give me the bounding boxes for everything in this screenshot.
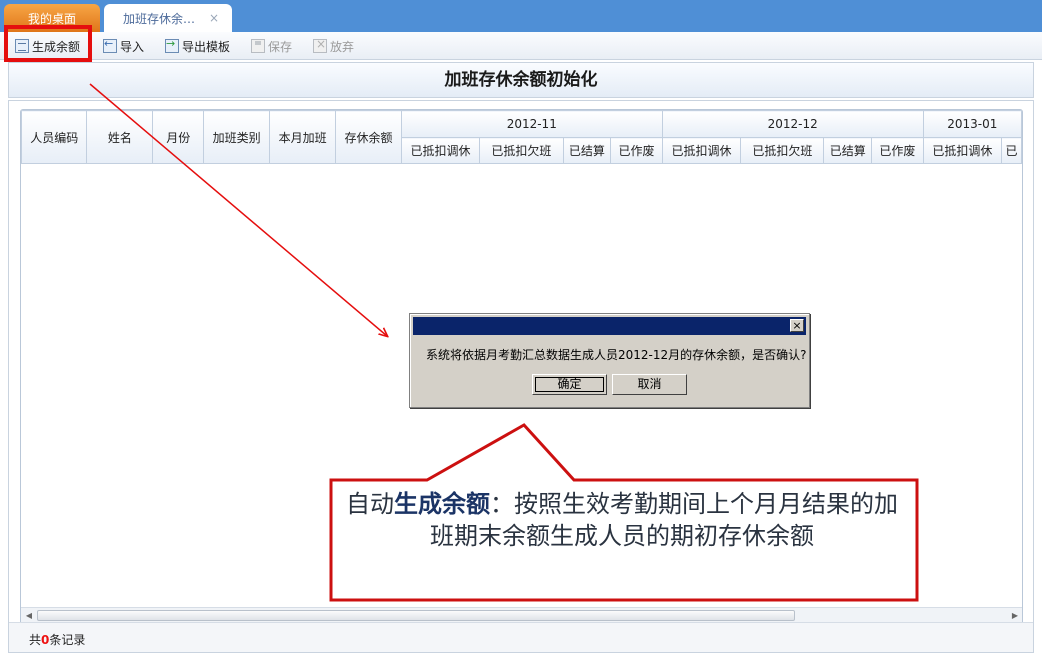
- import-icon: [103, 37, 117, 53]
- confirm-dialog: × 系统将依据月考勤汇总数据生成人员2012-12月的存休余额，是否确认? 确定…: [409, 313, 810, 408]
- col-header-month-overtime[interactable]: 本月加班: [268, 110, 337, 164]
- horizontal-scrollbar[interactable]: ◀ ▶: [21, 607, 1022, 623]
- discard-icon: [313, 37, 327, 53]
- col-header-deducted-leave[interactable]: 已抵扣调休: [400, 137, 481, 164]
- tab-overtime-balance[interactable]: 加班存休余… ×: [104, 4, 232, 32]
- col-header-deducted-owed[interactable]: 已抵扣欠班: [479, 137, 564, 164]
- callout-bold: 生成余额: [394, 490, 490, 518]
- col-header-month[interactable]: 月份: [152, 110, 205, 164]
- toolbar: 生成余额 导入 导出模板 保存 放弃: [0, 32, 1042, 60]
- generate-button-highlight: [4, 25, 92, 62]
- col-header-voided[interactable]: 已作废: [871, 137, 924, 164]
- callout-body: ：按照生效考勤期间上个月月结果的加班期末余额生成人员的期初存休余额: [430, 490, 898, 550]
- col-header-deducted-owed[interactable]: 已抵扣欠班: [740, 137, 825, 164]
- callout-prefix: 自动: [346, 490, 394, 518]
- record-count: 共0条记录: [29, 631, 85, 648]
- col-header-settled[interactable]: 已结算: [823, 137, 873, 164]
- save-button[interactable]: 保存: [251, 37, 292, 55]
- save-label: 保存: [268, 39, 293, 54]
- col-header-deducted-leave[interactable]: 已抵扣调休: [661, 137, 742, 164]
- tab-close-icon[interactable]: ×: [209, 11, 219, 25]
- col-header-voided[interactable]: 已作废: [610, 137, 663, 164]
- grid-header: 人员编码 姓名 月份 加班类别 本月加班 存休余额 2012-11 2012-1…: [21, 110, 1022, 164]
- callout-text: 自动生成余额：按照生效考勤期间上个月月结果的加班期末余额生成人员的期初存休余额: [336, 488, 908, 552]
- col-group-month-1: 2012-11: [400, 110, 663, 138]
- col-group-month-2: 2012-12: [661, 110, 924, 138]
- grid-footer: 共0条记录: [9, 622, 1033, 652]
- dialog-titlebar: ×: [413, 317, 806, 335]
- page-title: 加班存休余额初始化: [8, 62, 1034, 98]
- col-header-deducted-leave[interactable]: 已抵扣调休: [922, 137, 1003, 164]
- tab-bar: 我的桌面 加班存休余… ×: [0, 0, 1042, 32]
- col-header-partial[interactable]: 已: [1001, 137, 1022, 164]
- dialog-close-icon[interactable]: ×: [790, 319, 804, 332]
- tab-active-label: 加班存休余…: [123, 11, 196, 26]
- import-label: 导入: [120, 39, 145, 54]
- col-header-name[interactable]: 姓名: [86, 110, 154, 164]
- tab-home-label: 我的桌面: [27, 11, 76, 26]
- record-count-prefix: 共: [29, 633, 42, 647]
- import-button[interactable]: 导入: [103, 37, 144, 55]
- col-header-leave-balance[interactable]: 存休余额: [335, 110, 402, 164]
- cancel-button[interactable]: 取消: [612, 374, 687, 395]
- export-template-label: 导出模板: [182, 39, 231, 54]
- col-header-overtime-type[interactable]: 加班类别: [203, 110, 270, 164]
- dialog-message: 系统将依据月考勤汇总数据生成人员2012-12月的存休余额，是否确认?: [426, 348, 807, 362]
- discard-button[interactable]: 放弃: [313, 37, 354, 55]
- scroll-right-icon[interactable]: ▶: [1008, 608, 1022, 623]
- export-icon: [165, 37, 179, 53]
- col-header-employee-code[interactable]: 人员编码: [21, 110, 88, 164]
- confirm-button[interactable]: 确定: [532, 374, 607, 395]
- discard-label: 放弃: [330, 39, 355, 54]
- scroll-left-icon[interactable]: ◀: [22, 608, 36, 623]
- scroll-thumb[interactable]: [37, 610, 795, 621]
- col-header-settled[interactable]: 已结算: [562, 137, 612, 164]
- export-template-button[interactable]: 导出模板: [165, 37, 230, 55]
- col-group-month-3: 2013-01: [922, 110, 1022, 138]
- record-count-suffix: 条记录: [49, 633, 86, 647]
- save-icon: [251, 39, 265, 53]
